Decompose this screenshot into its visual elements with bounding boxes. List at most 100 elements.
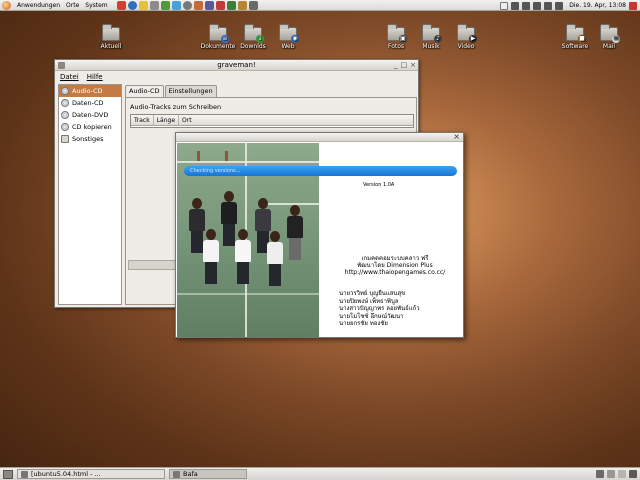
desktop-icon-label: Mail	[602, 43, 616, 50]
close-icon[interactable]: ×	[453, 132, 460, 141]
column-laenge[interactable]: Länge	[154, 115, 180, 125]
music-emblem-icon: ♪	[434, 35, 442, 43]
column-ort[interactable]: Ort	[179, 115, 195, 125]
version-label: Version 1.0A	[363, 182, 395, 188]
misc-icon	[61, 135, 69, 143]
developer-name: นางสาวปัญญาพร ลอยพันธ์แก้ว	[339, 305, 420, 312]
close-icon[interactable]: ×	[410, 60, 416, 71]
download-emblem-icon: ↓	[256, 35, 264, 43]
credits-block: เกมคดคอมระบบคลาว ฟรี พัฒนาโดย Dimension …	[328, 255, 462, 276]
sidebar-item-daten-dvd[interactable]: Daten-DVD	[59, 109, 121, 121]
desktop-icon-label: Software	[561, 43, 589, 50]
sidebar-item-label: Audio-CD	[72, 87, 103, 95]
desktop-icon-web[interactable]: ◉ Web	[266, 24, 310, 50]
column-track[interactable]: Track	[131, 115, 154, 125]
developer-name: นายวรวิทย์ บุญยืนแสนสุข	[339, 290, 406, 297]
dvd-icon	[61, 111, 69, 119]
taskbar-item-browser[interactable]: [ubuntu5.04.html - ...	[17, 469, 165, 479]
terminal-launcher-icon[interactable]	[149, 0, 159, 10]
developer-name: นายยกรชัย ทองชัย	[339, 320, 388, 327]
sidebar-item-label: Daten-DVD	[72, 111, 109, 119]
workspace-icon[interactable]	[618, 470, 626, 478]
top-panel: Anwendungen Orte System Die. 19. Apr, 13…	[0, 0, 640, 11]
menu-applications[interactable]: Anwendungen	[14, 2, 63, 9]
window-task-icon	[173, 470, 180, 478]
sidebar-item-daten-cd[interactable]: Daten-CD	[59, 97, 121, 109]
office-launcher-icon[interactable]	[160, 0, 170, 10]
disk-launcher-icon[interactable]	[248, 0, 258, 10]
settings-launcher-icon[interactable]	[204, 0, 214, 10]
track-list-header: Track Länge Ort	[131, 115, 413, 126]
menu-hilfe[interactable]: Hilfe	[87, 73, 103, 81]
sidebar-item-label: CD kopieren	[72, 123, 112, 131]
loading-banner: Checking versions...	[184, 166, 457, 176]
music-launcher-icon[interactable]	[237, 0, 247, 10]
credit-url[interactable]: http://www.thaiopengames.co.cc/	[328, 269, 462, 276]
workspace-icon[interactable]	[607, 470, 615, 478]
taskbar-item-label: Bafa	[183, 470, 198, 478]
desktop-icon-label: Musik	[422, 43, 440, 50]
workspace-icon[interactable]	[629, 470, 637, 478]
tab-audio-cd[interactable]: Audio-CD	[125, 85, 164, 97]
show-desktop-icon[interactable]	[3, 469, 13, 479]
folder-icon: ↓	[244, 24, 264, 43]
camera-emblem-icon: ▣	[399, 35, 407, 43]
launcher-bar	[116, 0, 258, 10]
folder-icon: ▶	[457, 24, 477, 43]
display-icon[interactable]	[522, 1, 531, 10]
update-icon[interactable]	[555, 1, 564, 10]
trash-icon[interactable]	[596, 470, 604, 478]
browser-launcher-icon[interactable]	[127, 0, 137, 10]
sidebar-item-audio-cd[interactable]: Audio-CD	[59, 85, 121, 97]
desktop-icon-video[interactable]: ▶ Video	[444, 24, 488, 50]
image-launcher-icon[interactable]	[226, 0, 236, 10]
tab-einstellungen[interactable]: Einstellungen	[164, 85, 217, 97]
copy-cd-icon	[61, 123, 69, 131]
volume-icon[interactable]	[533, 1, 542, 10]
data-cd-icon	[61, 99, 69, 107]
globe-emblem-icon: ◉	[291, 35, 299, 43]
menu-places[interactable]: Orte	[63, 2, 82, 9]
ubuntu-logo-icon[interactable]	[2, 0, 11, 10]
menu-system[interactable]: System	[82, 2, 110, 9]
cd-launcher-icon[interactable]	[182, 0, 192, 10]
window-titlebar[interactable]: graveman! _ □ ×	[55, 60, 418, 71]
developer-name: นายปิยพงษ์ เพ็ทธาพิบูล	[339, 297, 399, 305]
person-figure	[287, 205, 303, 260]
maximize-icon[interactable]: □	[401, 60, 408, 71]
folder-icon: ▣	[387, 24, 407, 43]
desktop-icon-aktuell[interactable]: Aktuell	[89, 24, 133, 50]
bottom-panel: [ubuntu5.04.html - ... Bafa	[0, 467, 640, 480]
network-icon[interactable]	[511, 1, 520, 10]
desktop-icon-label: Fotos	[387, 43, 405, 50]
mail-launcher-icon[interactable]	[138, 0, 148, 10]
film-emblem-icon: ▶	[469, 35, 477, 43]
logout-icon[interactable]	[629, 1, 637, 10]
splash-titlebar[interactable]: ×	[176, 132, 463, 142]
package-emblem-icon: ■	[578, 35, 586, 43]
developer-list: นายวรวิทย์ บุญยืนแสนสุข นายปิยพงษ์ เพ็ทธ…	[339, 290, 459, 328]
track-list[interactable]: Track Länge Ort	[130, 114, 414, 128]
clock[interactable]: Die. 19. Apr, 13:08	[569, 2, 626, 9]
folder-icon: ◉	[279, 24, 299, 43]
folder-icon: ♪	[422, 24, 442, 43]
taskbar-item-label: [ubuntu5.04.html - ...	[31, 470, 101, 478]
credit-line: พัฒนาโดย Dimension Plus	[357, 262, 433, 269]
taskbar-item-bafa[interactable]: Bafa	[169, 469, 247, 479]
tab-bar: Audio-CD Einstellungen	[125, 85, 218, 97]
menu-datei[interactable]: Datei	[60, 73, 79, 81]
audio-cd-icon	[61, 87, 69, 95]
minimize-icon[interactable]: _	[394, 60, 398, 71]
chat-launcher-icon[interactable]	[171, 0, 181, 10]
sidebar-item-sonstiges[interactable]: Sonstiges	[59, 133, 121, 145]
folder-icon: ≡	[209, 24, 229, 43]
battery-icon[interactable]	[544, 1, 553, 10]
media-launcher-icon[interactable]	[193, 0, 203, 10]
game-launcher-icon[interactable]	[215, 0, 225, 10]
app-icon[interactable]	[58, 62, 65, 69]
folder-icon: ✉	[600, 24, 620, 43]
keyboard-icon[interactable]	[500, 1, 509, 10]
help-launcher-icon[interactable]	[116, 0, 126, 10]
sidebar-item-cd-kopieren[interactable]: CD kopieren	[59, 121, 121, 133]
desktop-icon-mail[interactable]: ✉ Mail	[587, 24, 631, 50]
